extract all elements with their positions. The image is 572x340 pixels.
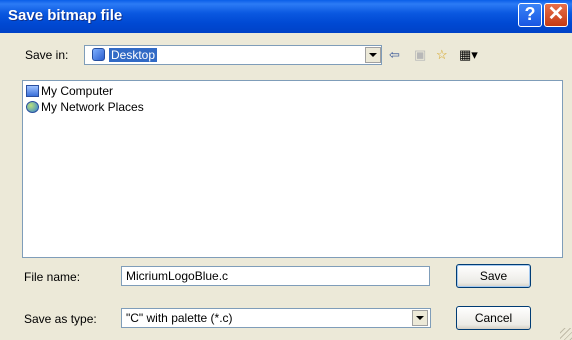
- save-as-type-label: Save as type:: [24, 312, 97, 326]
- window-title: Save bitmap file: [8, 7, 123, 24]
- desktop-icon: [92, 48, 105, 61]
- new-folder-icon[interactable]: ☆: [436, 48, 448, 62]
- help-button[interactable]: ?: [518, 3, 542, 27]
- title-bar[interactable]: Save bitmap file ? ✕: [0, 0, 572, 33]
- back-icon[interactable]: ⇦: [389, 48, 400, 62]
- save-in-dropdown-arrow[interactable]: [365, 47, 381, 63]
- list-item-my-network-places[interactable]: My Network Places: [26, 99, 144, 115]
- views-menu-icon[interactable]: ▦▾: [459, 48, 478, 62]
- save-as-type-dropdown-arrow[interactable]: [412, 310, 428, 326]
- cancel-button[interactable]: Cancel: [456, 306, 531, 330]
- file-name-input[interactable]: MicriumLogoBlue.c: [121, 266, 430, 286]
- network-places-icon: [26, 101, 39, 113]
- save-bitmap-dialog: Save bitmap file ? ✕ Save in: Desktop ⇦ …: [0, 0, 572, 340]
- list-item-label: My Network Places: [41, 100, 144, 114]
- save-in-value: Desktop: [109, 48, 158, 62]
- resize-grip[interactable]: [560, 328, 572, 340]
- save-in-dropdown[interactable]: Desktop: [84, 45, 382, 65]
- save-button[interactable]: Save: [456, 264, 531, 288]
- file-name-label: File name:: [24, 270, 81, 284]
- list-item-label: My Computer: [41, 84, 114, 98]
- close-button[interactable]: ✕: [544, 3, 568, 27]
- list-item-my-computer[interactable]: My Computer: [26, 83, 113, 99]
- file-list[interactable]: My Computer My Network Places: [22, 80, 563, 258]
- save-as-type-value: "C" with palette (*.c): [126, 311, 233, 325]
- my-computer-icon: [26, 85, 39, 97]
- save-in-label: Save in:: [25, 48, 69, 62]
- up-folder-icon[interactable]: ▣: [414, 48, 426, 62]
- save-as-type-dropdown[interactable]: "C" with palette (*.c): [121, 308, 431, 328]
